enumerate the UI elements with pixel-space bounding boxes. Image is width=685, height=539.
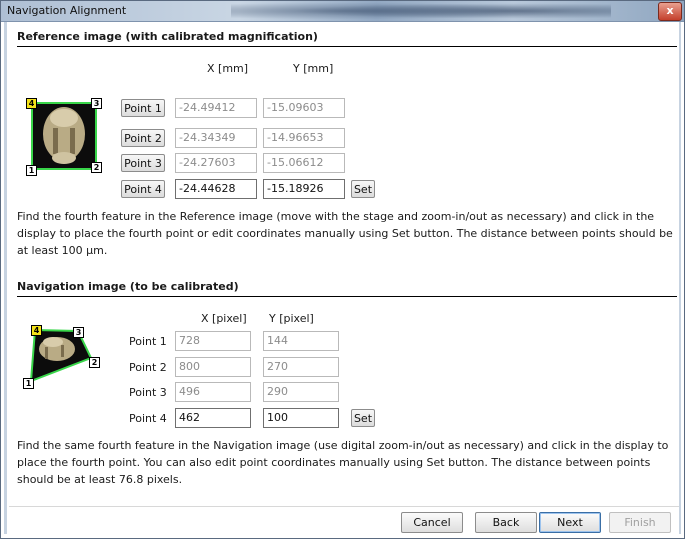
navigation-point-3-label: Point 3 (129, 386, 167, 399)
reference-point-2-x[interactable]: -24.34349 (175, 128, 257, 148)
reference-instructions: Find the fourth feature in the Reference… (17, 210, 673, 257)
navigation-corner-2: 2 (89, 357, 100, 368)
close-button[interactable]: x (658, 2, 682, 21)
navigation-set-button[interactable]: Set (351, 409, 375, 427)
reference-point-2-y[interactable]: -14.96653 (263, 128, 345, 148)
navigation-point-4-x[interactable]: 462 (175, 408, 251, 428)
navigation-point-4-label: Point 4 (129, 412, 167, 425)
window-title: Navigation Alignment (7, 4, 127, 17)
navigation-point-1-label: Point 1 (129, 335, 167, 348)
reference-point-1-button[interactable]: Point 1 (121, 99, 165, 117)
navigation-point-2-y[interactable]: 270 (263, 357, 339, 377)
navigation-col-x: X [pixel] (201, 312, 247, 325)
navigation-point-2-label: Point 2 (129, 361, 167, 374)
title-bar[interactable]: Navigation Alignment x (1, 1, 684, 22)
navigation-point-1-x[interactable]: 728 (175, 331, 251, 351)
navigation-divider (17, 296, 677, 297)
reference-corner-2: 2 (91, 162, 102, 173)
reference-col-y: Y [mm] (293, 62, 334, 75)
reference-point-3-y[interactable]: -15.06612 (263, 153, 345, 173)
reference-point-2-button[interactable]: Point 2 (121, 129, 165, 147)
back-button[interactable]: Back (475, 512, 537, 533)
reference-point-1-x[interactable]: -24.49412 (175, 98, 257, 118)
next-button[interactable]: Next (539, 512, 601, 533)
reference-heading: Reference image (with calibrated magnifi… (17, 30, 318, 43)
reference-point-4-x[interactable]: -24.44628 (175, 179, 257, 199)
reference-point-1-y[interactable]: -15.09603 (263, 98, 345, 118)
navigation-corner-4: 4 (31, 325, 42, 336)
navigation-alignment-dialog: Navigation Alignment x Reference image (… (0, 0, 685, 539)
reference-point-4-y[interactable]: -15.18926 (263, 179, 345, 199)
navigation-heading: Navigation image (to be calibrated) (17, 280, 239, 293)
reference-thumbnail[interactable]: 4 3 1 2 (26, 98, 102, 176)
navigation-corner-1: 1 (23, 378, 34, 389)
reference-corner-4: 4 (26, 98, 37, 109)
reference-set-button[interactable]: Set (351, 180, 375, 198)
reference-point-4-button[interactable]: Point 4 (121, 180, 165, 198)
reference-corner-1: 1 (26, 165, 37, 176)
finish-button[interactable]: Finish (609, 512, 671, 533)
navigation-point-1-y[interactable]: 144 (263, 331, 339, 351)
cancel-button[interactable]: Cancel (401, 512, 463, 533)
title-bar-decoration (231, 1, 611, 21)
navigation-instructions: Find the same fourth feature in the Navi… (17, 439, 669, 486)
reference-divider (17, 46, 677, 47)
navigation-col-y: Y [pixel] (269, 312, 314, 325)
navigation-thumbnail[interactable]: 4 3 2 1 (23, 325, 103, 389)
navigation-point-3-x[interactable]: 496 (175, 382, 251, 402)
dialog-content: Reference image (with calibrated magnifi… (9, 22, 679, 534)
navigation-corner-3: 3 (73, 327, 84, 338)
navigation-point-3-y[interactable]: 290 (263, 382, 339, 402)
window-frame-left (4, 22, 7, 534)
footer-divider (9, 506, 679, 507)
navigation-point-2-x[interactable]: 800 (175, 357, 251, 377)
reference-point-3-button[interactable]: Point 3 (121, 154, 165, 172)
reference-col-x: X [mm] (207, 62, 249, 75)
navigation-point-4-y[interactable]: 100 (263, 408, 339, 428)
reference-corner-3: 3 (91, 98, 102, 109)
reference-point-3-x[interactable]: -24.27603 (175, 153, 257, 173)
